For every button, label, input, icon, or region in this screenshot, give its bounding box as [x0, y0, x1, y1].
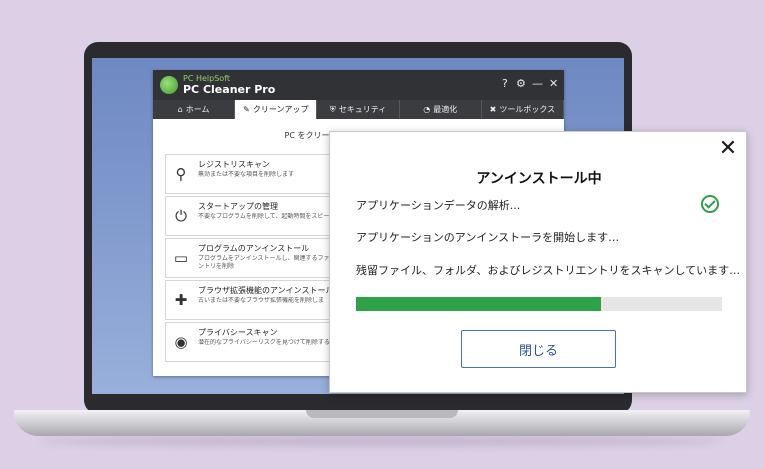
eye-icon: ◉: [174, 333, 188, 351]
gear-icon[interactable]: ⚙: [516, 77, 526, 91]
tab-label: クリーンアップ: [252, 105, 309, 114]
tab-toolbox[interactable]: ✖ ツールボックス: [482, 100, 565, 119]
speedometer-icon: ◔: [423, 105, 431, 114]
step-scan-leftovers: 残留ファイル、フォルダ、およびレジストリエントリをスキャンしています…: [356, 264, 741, 277]
close-icon[interactable]: ✕: [716, 136, 740, 162]
home-icon: ⌂: [177, 105, 183, 114]
registry-scan-icon: ⚲: [175, 165, 187, 183]
app-logo-icon: [160, 76, 178, 94]
title-bar: PC HelpSoft PC Cleaner Pro ? ⚙ — ✕: [153, 70, 564, 100]
uninstall-dialog: ✕ アンインストール中 アプリケーションデータの解析... アプリケーションのア…: [329, 131, 747, 393]
close-icon[interactable]: ✕: [549, 77, 558, 91]
shield-icon: ⛨: [329, 104, 336, 114]
tab-label: ホーム: [185, 105, 210, 114]
dialog-title: アンインストール中: [476, 171, 602, 187]
tab-label: 最適化: [433, 105, 458, 114]
brand-company: PC HelpSoft: [183, 74, 230, 83]
tab-optimize[interactable]: ◔ 最適化: [400, 100, 482, 119]
feature-title: ブラウザ拡張機能のアンインストール: [198, 286, 334, 295]
progress-bar: [356, 297, 722, 311]
power-icon: ⏻: [175, 207, 187, 225]
uninstall-icon: ▭: [173, 249, 189, 267]
feature-title: レジストリスキャン: [198, 160, 270, 169]
tools-icon: ✖: [489, 105, 497, 114]
broom-icon: ✎: [243, 105, 250, 114]
close-button[interactable]: 閉じる: [461, 330, 616, 368]
tab-label: ツールボックス: [499, 105, 556, 114]
feature-title: スタートアップの管理: [198, 202, 278, 211]
feature-title: プライバシースキャン: [198, 328, 278, 337]
help-icon[interactable]: ?: [502, 77, 508, 91]
tab-security[interactable]: ⛨ セキュリティ: [317, 100, 400, 119]
puzzle-icon: ✚: [174, 291, 188, 309]
laptop-notch: [306, 410, 458, 418]
feature-title: プログラムのアンインストール: [198, 244, 310, 253]
step-start-uninstaller: アプリケーションのアンインストーラを開始します…: [356, 231, 620, 244]
main-tabs: ⌂ ホーム ✎ クリーンアップ ⛨ セキュリティ ◔ 最適化 ✖ ツールボックス: [153, 100, 565, 119]
step-analyze: アプリケーションデータの解析...: [356, 199, 521, 212]
laptop-shadow: [40, 436, 724, 446]
progress-fill: [356, 297, 602, 311]
tab-home[interactable]: ⌂ ホーム: [153, 100, 236, 119]
minimize-icon[interactable]: —: [532, 77, 543, 91]
app-title: PC Cleaner Pro: [183, 83, 276, 96]
check-circle-icon: [701, 195, 719, 213]
tab-label: セキュリティ: [338, 105, 387, 114]
tab-cleanup[interactable]: ✎ クリーンアップ: [235, 100, 318, 119]
